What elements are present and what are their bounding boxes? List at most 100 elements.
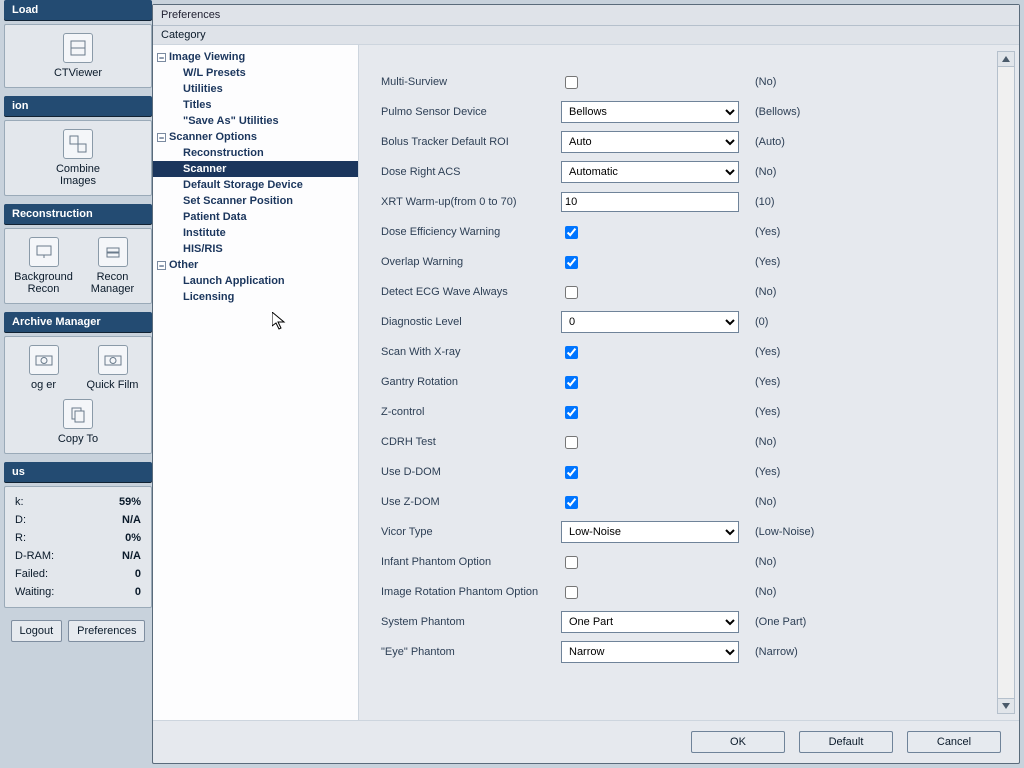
tree-item[interactable]: Reconstruction <box>153 145 358 161</box>
tool-label: Recon Manager <box>83 271 143 295</box>
tool-background-recon[interactable]: Background Recon <box>14 237 74 295</box>
pref-row: Dose Right ACSAutomatic (No) <box>381 157 989 187</box>
pref-text-input[interactable] <box>561 192 739 212</box>
pref-default: (Bellows) <box>755 106 800 118</box>
pref-default: (No) <box>755 76 776 88</box>
status-row: Failed:0 <box>15 565 141 583</box>
tool-recon-manager[interactable]: Recon Manager <box>83 237 143 295</box>
tree-item[interactable]: Patient Data <box>153 209 358 225</box>
tool-copy-to[interactable]: Copy To <box>48 399 108 445</box>
pref-checkbox[interactable] <box>565 496 578 509</box>
cancel-button[interactable]: Cancel <box>907 731 1001 753</box>
pref-default: (Yes) <box>755 376 780 388</box>
tree-item[interactable]: Utilities <box>153 81 358 97</box>
tree-group-scanner_options[interactable]: Scanner Options <box>153 129 358 145</box>
pref-label: Scan With X-ray <box>381 346 561 358</box>
section-header-reconstruction: Reconstruction <box>4 204 152 224</box>
pref-checkbox[interactable] <box>565 556 578 569</box>
pref-checkbox[interactable] <box>565 346 578 359</box>
pref-label: Dose Right ACS <box>381 166 561 178</box>
tree-item[interactable]: Launch Application <box>153 273 358 289</box>
status-value: N/A <box>122 511 141 529</box>
scroll-down-icon[interactable] <box>998 698 1014 713</box>
status-value: N/A <box>122 547 141 565</box>
status-label: Waiting: <box>15 583 54 601</box>
pref-label: Multi-Surview <box>381 76 561 88</box>
tree-item[interactable]: W/L Presets <box>153 65 358 81</box>
pref-select[interactable]: One Part <box>561 611 739 633</box>
pref-row: Detect ECG Wave Always(No) <box>381 277 989 307</box>
pref-checkbox[interactable] <box>565 436 578 449</box>
pref-checkbox[interactable] <box>565 226 578 239</box>
tool-quick-film[interactable]: Quick Film <box>83 345 143 391</box>
pref-label: Detect ECG Wave Always <box>381 286 561 298</box>
vertical-scrollbar[interactable] <box>997 51 1015 714</box>
pref-checkbox[interactable] <box>565 76 578 89</box>
pref-select[interactable]: Automatic <box>561 161 739 183</box>
pref-checkbox[interactable] <box>565 256 578 269</box>
pref-checkbox[interactable] <box>565 286 578 299</box>
tree-group-image_viewing[interactable]: Image Viewing <box>153 49 358 65</box>
copy-icon <box>63 399 93 429</box>
pref-checkbox[interactable] <box>565 586 578 599</box>
tree-item[interactable]: Institute <box>153 225 358 241</box>
status-value: 0 <box>135 583 141 601</box>
section-header-load: Load <box>4 0 152 20</box>
section-header-us: us <box>4 462 152 482</box>
pref-default: (Narrow) <box>755 646 798 658</box>
tree-item[interactable]: Set Scanner Position <box>153 193 358 209</box>
pref-select[interactable]: Low-Noise <box>561 521 739 543</box>
tree-item[interactable]: Default Storage Device <box>153 177 358 193</box>
tool-ctviewer[interactable]: CTViewer <box>48 33 108 79</box>
pref-row: XRT Warm-up(from 0 to 70)(10) <box>381 187 989 217</box>
pref-row: Scan With X-ray(Yes) <box>381 337 989 367</box>
pref-label: Dose Efficiency Warning <box>381 226 561 238</box>
pref-label: Gantry Rotation <box>381 376 561 388</box>
pref-checkbox[interactable] <box>565 466 578 479</box>
pref-default: (No) <box>755 166 776 178</box>
pref-default: (No) <box>755 556 776 568</box>
section-panel-load: CTViewer <box>4 24 152 88</box>
tree-item[interactable]: Titles <box>153 97 358 113</box>
pref-label: Overlap Warning <box>381 256 561 268</box>
scroll-up-icon[interactable] <box>998 52 1014 67</box>
tree-item[interactable]: Scanner <box>153 161 358 177</box>
tool-combine-images[interactable]: Combine Images <box>48 129 108 187</box>
tree-group-other[interactable]: Other <box>153 257 358 273</box>
pref-row: Image Rotation Phantom Option (No) <box>381 577 989 607</box>
category-tree[interactable]: Image ViewingW/L PresetsUtilitiesTitles"… <box>153 45 359 720</box>
status-row: k:59% <box>15 493 141 511</box>
status-value: 59% <box>119 493 141 511</box>
tool-label: Combine Images <box>48 163 108 187</box>
pref-select[interactable]: 0 <box>561 311 739 333</box>
ok-button[interactable]: OK <box>691 731 785 753</box>
pref-row: Multi-Surview (No) <box>381 67 989 97</box>
cube-icon <box>63 33 93 63</box>
pref-checkbox[interactable] <box>565 376 578 389</box>
status-label: Failed: <box>15 565 48 583</box>
preferences-button[interactable]: Preferences <box>68 620 145 642</box>
pref-default: (One Part) <box>755 616 806 628</box>
default-button[interactable]: Default <box>799 731 893 753</box>
pref-default: (No) <box>755 586 776 598</box>
pref-row: Use D-DOM(Yes) <box>381 457 989 487</box>
pref-row: System PhantomOne Part(One Part) <box>381 607 989 637</box>
logout-button[interactable]: Logout <box>11 620 63 642</box>
tree-item[interactable]: HIS/RIS <box>153 241 358 257</box>
pref-select[interactable]: Narrow <box>561 641 739 663</box>
pref-default: (Yes) <box>755 256 780 268</box>
tree-item[interactable]: "Save As" Utilities <box>153 113 358 129</box>
tool-og-er[interactable]: og er <box>14 345 74 391</box>
pref-label: Vicor Type <box>381 526 561 538</box>
pref-row: CDRH Test(No) <box>381 427 989 457</box>
pref-row: Infant Phantom Option(No) <box>381 547 989 577</box>
tool-label: Background Recon <box>14 271 74 295</box>
pref-label: Image Rotation Phantom Option <box>381 586 561 598</box>
pref-select[interactable]: Auto <box>561 131 739 153</box>
tool-label: og er <box>31 379 56 391</box>
pref-default: (0) <box>755 316 768 328</box>
pref-select[interactable]: Bellows <box>561 101 739 123</box>
pref-checkbox[interactable] <box>565 406 578 419</box>
tree-item[interactable]: Licensing <box>153 289 358 305</box>
dialog-footer: OK Default Cancel <box>153 720 1019 763</box>
